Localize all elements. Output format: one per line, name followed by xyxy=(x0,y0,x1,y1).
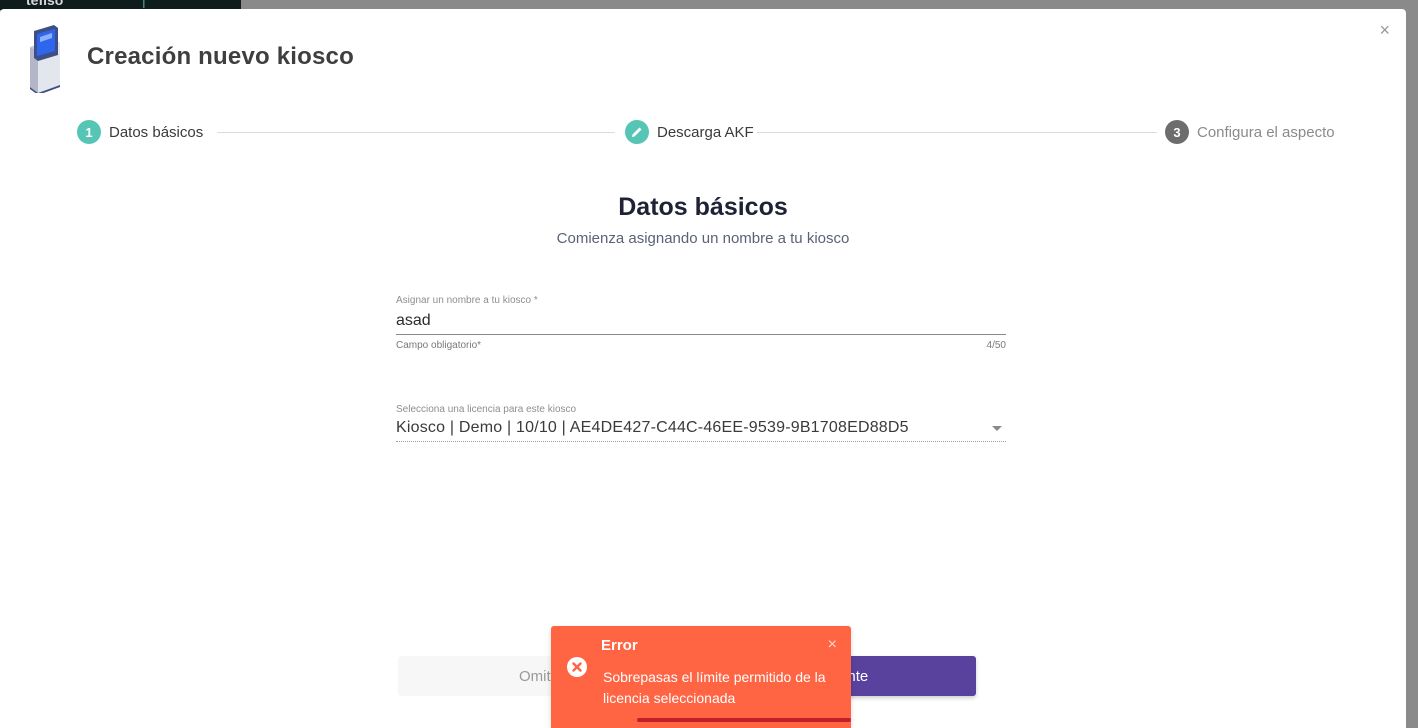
modal-title: Creación nuevo kiosco xyxy=(87,43,354,70)
license-label: Selecciona una licencia para este kiosco xyxy=(396,404,577,415)
toast-progress-bar xyxy=(637,718,851,722)
char-counter: 4/50 xyxy=(986,340,1006,351)
step-label: Datos básicos xyxy=(109,123,204,141)
dropdown-arrow-icon xyxy=(992,425,1002,431)
error-toast: Error × Sobrepasas el límite permitido d… xyxy=(551,626,851,728)
license-selected-value: Kiosco | Demo | 10/10 | AE4DE427-C44C-46… xyxy=(396,419,909,436)
pencil-icon xyxy=(632,127,642,137)
kiosk-name-hint-row: Campo obligatorio* 4/50 xyxy=(396,340,1006,351)
wizard-stepper: 1 Datos básicos Descarga AKF 3 Configura… xyxy=(77,120,1337,144)
step-datos-basicos[interactable]: 1 Datos básicos xyxy=(77,120,203,144)
error-circle-icon xyxy=(567,657,587,677)
background-logo-fragment: tefiso xyxy=(26,0,64,8)
kiosk-icon xyxy=(30,25,60,93)
background-menu-fragment: | xyxy=(142,0,146,8)
required-hint: Campo obligatorio* xyxy=(396,340,482,351)
step-badge: 3 xyxy=(1165,120,1189,144)
license-field: Selecciona una licencia para este kiosco… xyxy=(396,404,1006,442)
kiosk-name-input[interactable] xyxy=(396,308,1006,335)
step-connector xyxy=(217,132,615,133)
close-modal-icon[interactable]: × xyxy=(1379,21,1390,39)
license-select[interactable]: Kiosco | Demo | 10/10 | AE4DE427-C44C-46… xyxy=(396,415,1006,442)
step-connector xyxy=(757,132,1157,133)
toast-close-icon[interactable]: × xyxy=(828,637,837,653)
toast-title: Error xyxy=(601,637,638,654)
step-label: Configura el aspecto xyxy=(1197,123,1335,141)
step-configura-aspecto[interactable]: 3 Configura el aspecto xyxy=(1165,120,1335,144)
create-kiosk-modal: × Creación nuevo kiosco 1 Datos básicos … xyxy=(0,9,1406,728)
section-subtitle: Comienza asignando un nombre a tu kiosco xyxy=(556,230,850,247)
kiosk-name-label: Asignar un nombre a tu kiosco * xyxy=(396,295,538,306)
kiosk-name-field: Asignar un nombre a tu kiosco * Campo ob… xyxy=(396,295,1006,351)
step-label: Descarga AKF xyxy=(657,123,754,141)
step-descarga-akf[interactable]: Descarga AKF xyxy=(625,120,754,144)
toast-message: Sobrepasas el límite permitido de la lic… xyxy=(603,669,826,706)
step-badge: 1 xyxy=(77,120,101,144)
section-title: Datos básicos xyxy=(618,193,788,221)
step-badge xyxy=(625,120,649,144)
